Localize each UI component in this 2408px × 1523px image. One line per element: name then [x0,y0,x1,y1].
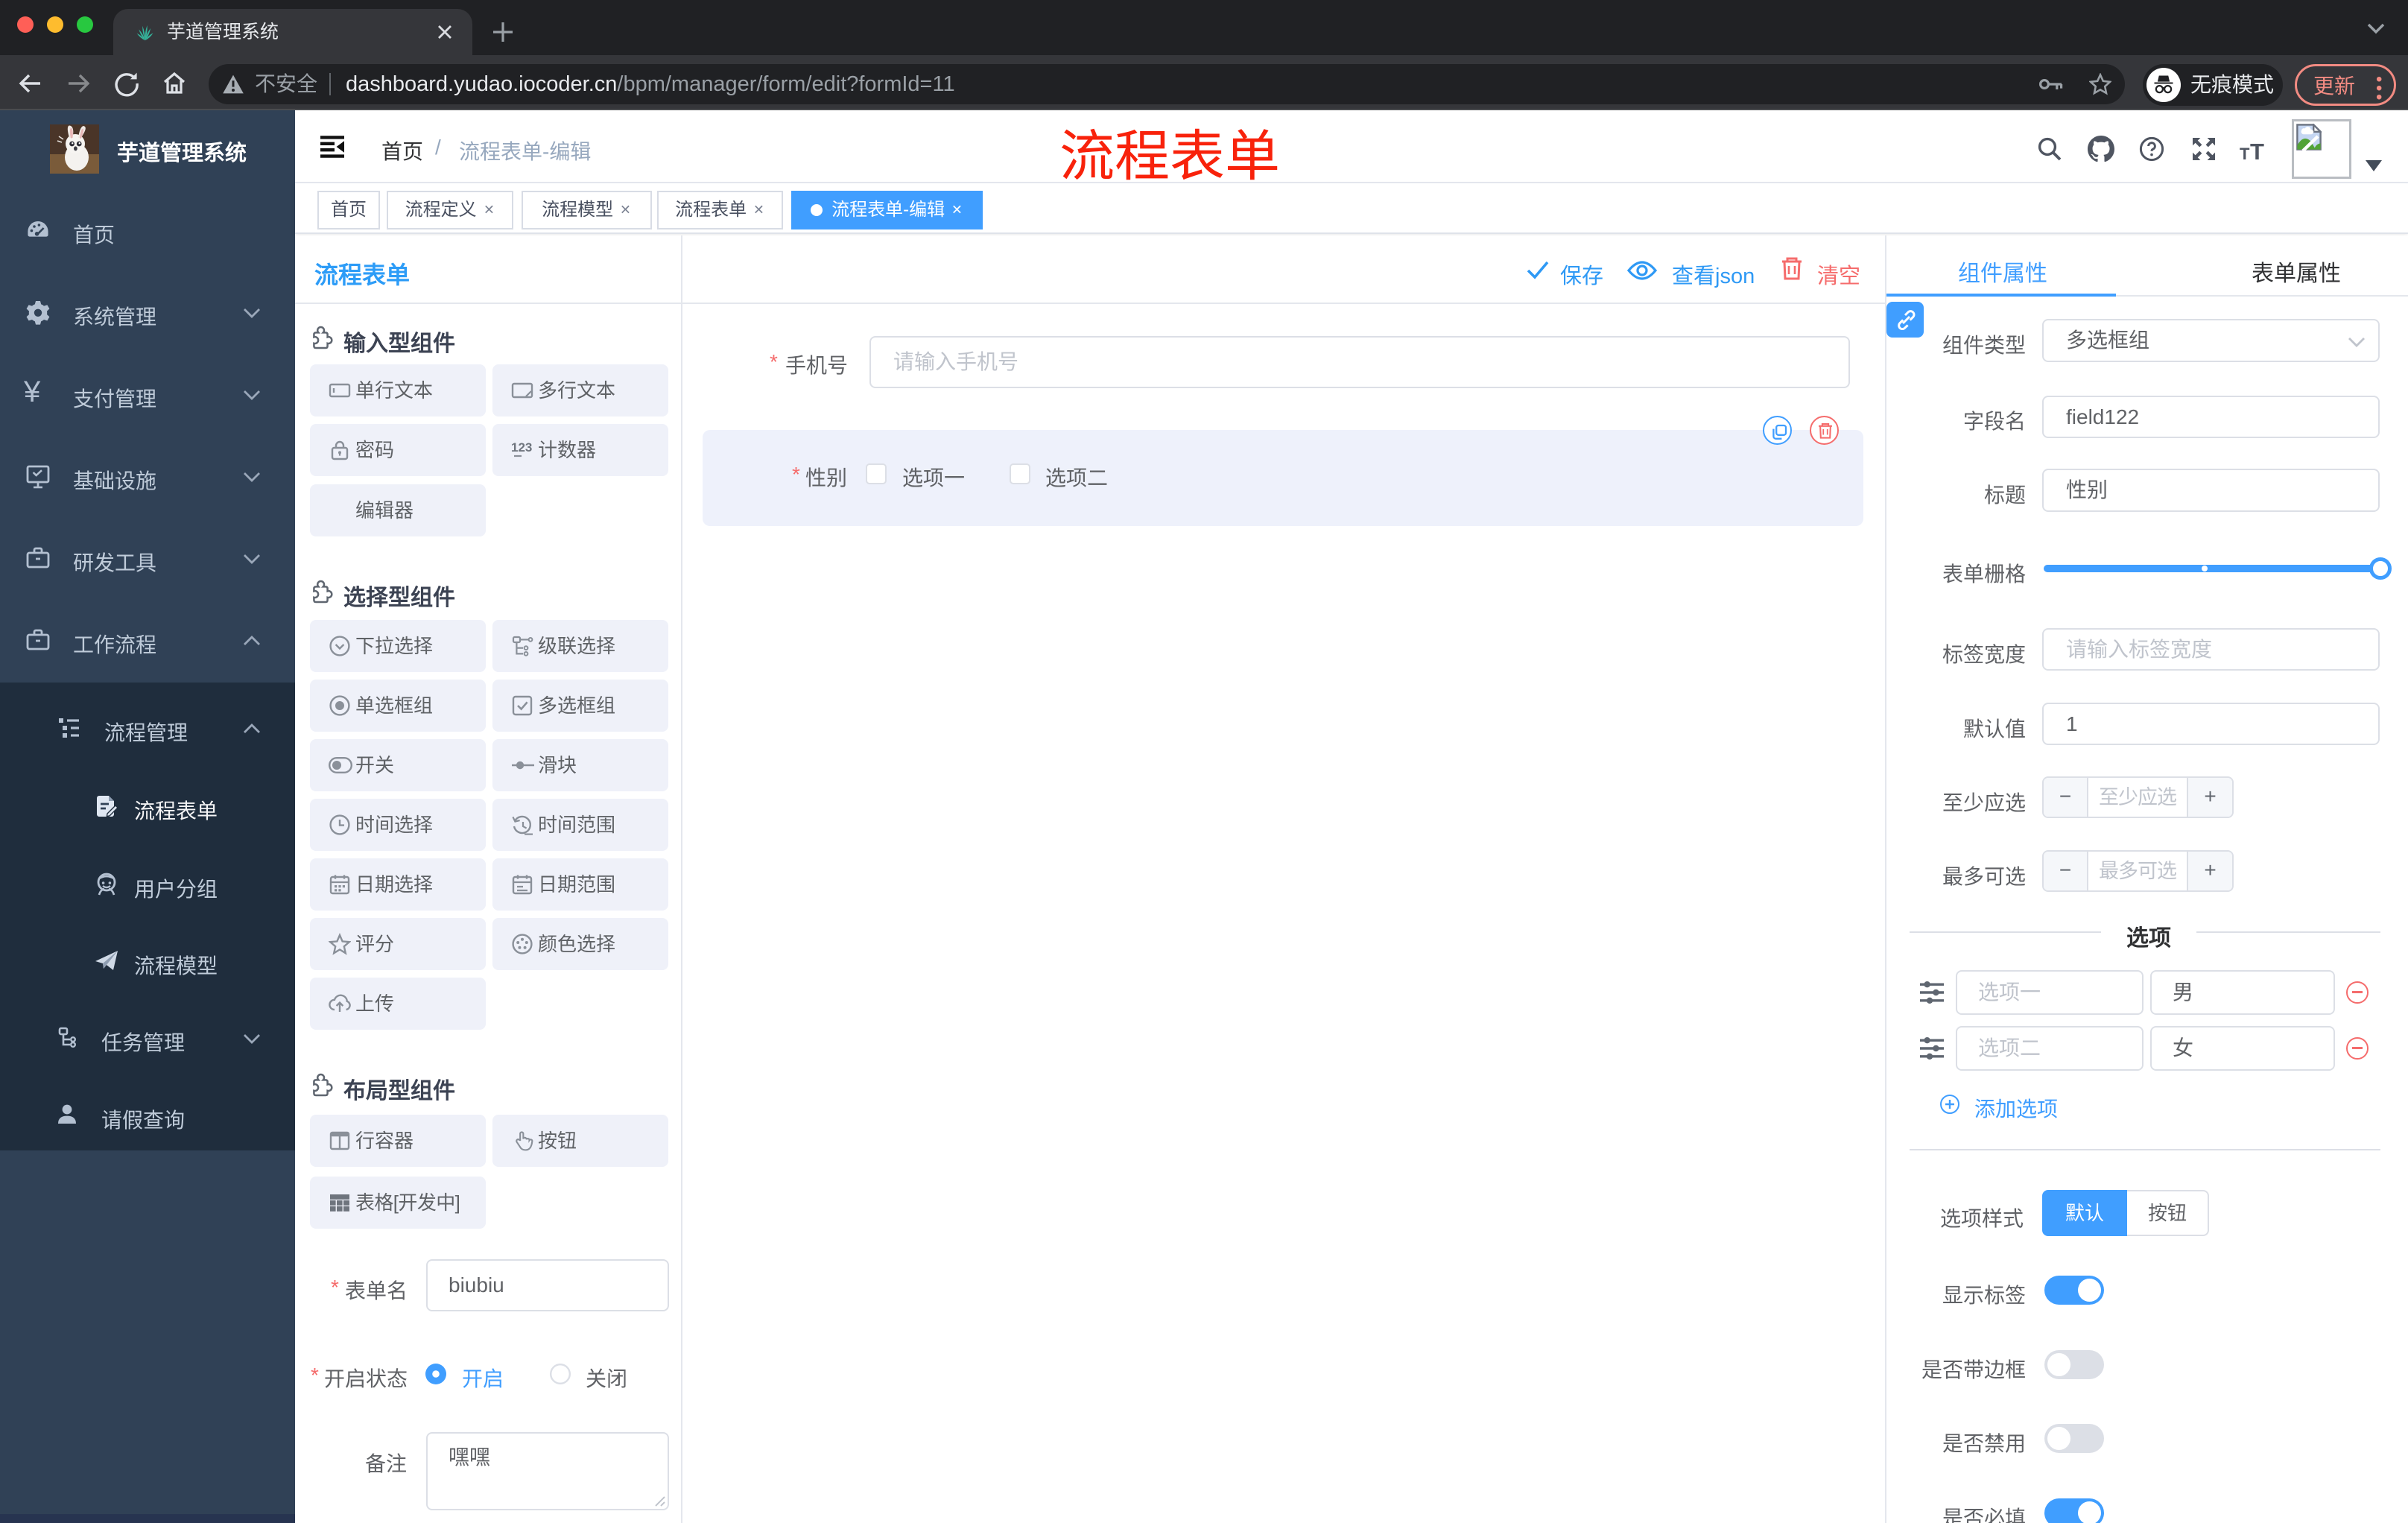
svg-text:123: 123 [511,440,532,455]
svg-text:T: T [2250,139,2264,161]
svg-text:T: T [2240,145,2250,161]
